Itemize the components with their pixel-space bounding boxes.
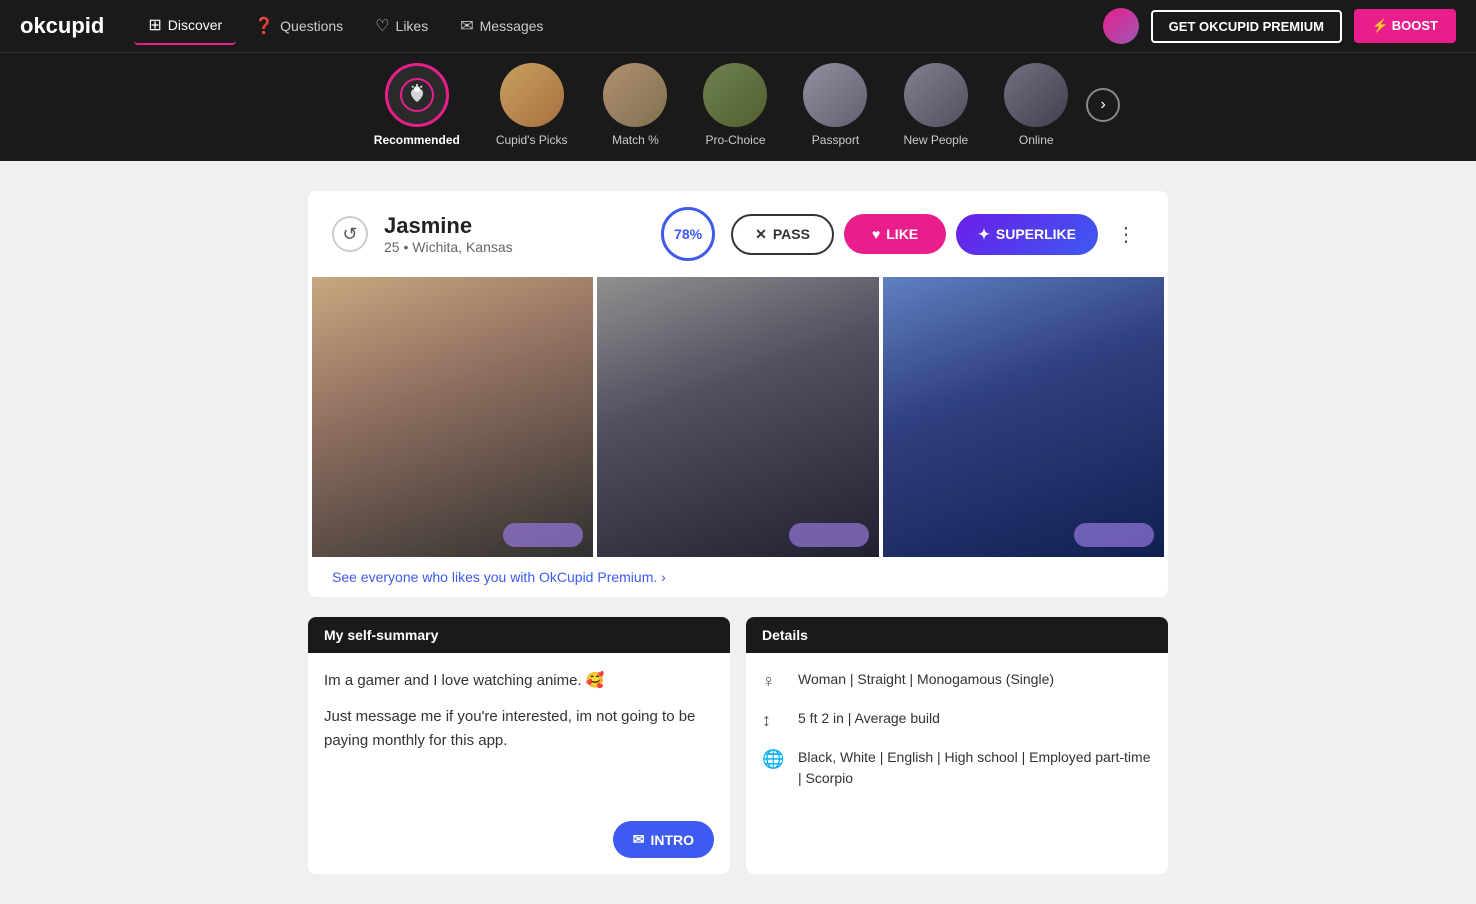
category-passport[interactable]: Passport: [785, 63, 885, 161]
photo-3-blur-overlay: [1074, 523, 1154, 547]
undo-button[interactable]: ↺: [332, 216, 368, 252]
profile-header: ↺ Jasmine 25 • Wichita, Kansas 78% ✕ PAS…: [308, 191, 1168, 277]
category-pro-choice-img: [703, 63, 767, 127]
nav-likes[interactable]: ♡ Likes: [361, 8, 442, 44]
intro-btn-row: ✉ INTRO: [308, 813, 730, 874]
pass-button[interactable]: ✕ PASS: [731, 214, 834, 255]
intro-message-icon: ✉: [633, 831, 645, 848]
logo[interactable]: okcupid: [20, 13, 104, 39]
details-header: Details: [746, 617, 1168, 653]
category-match[interactable]: Match %: [585, 63, 685, 161]
category-passport-img: [803, 63, 867, 127]
self-summary-card: My self-summary Im a gamer and I love wa…: [308, 617, 730, 874]
details-list: ♀ Woman | Straight | Monogamous (Single)…: [746, 653, 1168, 821]
details-card: Details ♀ Woman | Straight | Monogamous …: [746, 617, 1168, 874]
nav-discover-label: Discover: [168, 17, 222, 33]
photo-2[interactable]: [597, 277, 878, 557]
category-passport-label: Passport: [812, 133, 859, 147]
nav-messages-label: Messages: [480, 18, 544, 34]
superlike-button[interactable]: ✦ SUPERLIKE: [956, 214, 1098, 255]
category-new-people[interactable]: New People: [885, 63, 986, 161]
category-online-label: Online: [1019, 133, 1054, 147]
main-content: ↺ Jasmine 25 • Wichita, Kansas 78% ✕ PAS…: [288, 191, 1188, 874]
category-cupids-picks-label: Cupid's Picks: [496, 133, 568, 147]
category-recommended[interactable]: Recommended: [356, 63, 478, 161]
header: okcupid ⊞ Discover ❓ Questions ♡ Likes ✉…: [0, 0, 1476, 52]
likes-icon: ♡: [375, 16, 389, 36]
category-recommended-label: Recommended: [374, 133, 460, 147]
category-online-img: [1004, 63, 1068, 127]
avatar[interactable]: [1103, 8, 1139, 44]
detail-text-1: 5 ft 2 in | Average build: [798, 708, 940, 729]
profile-card: ↺ Jasmine 25 • Wichita, Kansas 78% ✕ PAS…: [308, 191, 1168, 597]
intro-button[interactable]: ✉ INTRO: [613, 821, 714, 858]
category-online[interactable]: Online: [986, 63, 1086, 161]
nav-questions[interactable]: ❓ Questions: [240, 8, 357, 44]
category-pro-choice-label: Pro-Choice: [705, 133, 765, 147]
nav-likes-label: Likes: [396, 18, 429, 34]
nav-messages[interactable]: ✉ Messages: [446, 8, 557, 44]
self-summary-header: My self-summary: [308, 617, 730, 653]
photo-grid: [308, 277, 1168, 557]
nav-questions-label: Questions: [280, 18, 343, 34]
photo-1-blur-overlay: [503, 523, 583, 547]
photo-2-blur-overlay: [789, 523, 869, 547]
category-recommended-img: [385, 63, 449, 127]
profile-name: Jasmine: [384, 213, 645, 239]
category-cupids-picks[interactable]: Cupid's Picks: [478, 63, 586, 161]
pass-x-icon: ✕: [755, 226, 767, 243]
more-options-button[interactable]: ⋮: [1108, 218, 1144, 251]
category-new-people-label: New People: [903, 133, 968, 147]
premium-link[interactable]: See everyone who likes you with OkCupid …: [308, 557, 1168, 597]
categories-next-button[interactable]: ›: [1086, 88, 1120, 122]
profile-name-section: Jasmine 25 • Wichita, Kansas: [384, 213, 645, 255]
main-nav: ⊞ Discover ❓ Questions ♡ Likes ✉ Message…: [134, 7, 1082, 45]
boost-button[interactable]: ⚡ BOOST: [1354, 9, 1456, 43]
questions-icon: ❓: [254, 16, 274, 36]
bio-row: My self-summary Im a gamer and I love wa…: [308, 617, 1168, 874]
category-cupids-picks-img: [500, 63, 564, 127]
category-pro-choice[interactable]: Pro-Choice: [685, 63, 785, 161]
self-summary-body: Im a gamer and I love watching anime. 🥰 …: [308, 653, 730, 813]
category-new-people-img: [904, 63, 968, 127]
category-match-label: Match %: [612, 133, 659, 147]
detail-text-2: Black, White | English | High school | E…: [798, 747, 1152, 789]
gender-icon: ♀: [762, 671, 786, 692]
superlike-icon: ✦: [978, 226, 990, 243]
header-right: GET OKCUPID PREMIUM ⚡ BOOST: [1103, 8, 1456, 44]
discover-icon: ⊞: [148, 15, 161, 35]
categories-bar: Recommended Cupid's Picks Match % Pro-Ch…: [0, 52, 1476, 161]
match-percentage: 78%: [661, 207, 715, 261]
detail-row-1: ↕ 5 ft 2 in | Average build: [762, 708, 1152, 731]
profile-age-location: 25 • Wichita, Kansas: [384, 239, 645, 255]
detail-text-0: Woman | Straight | Monogamous (Single): [798, 669, 1054, 690]
height-icon: ↕: [762, 710, 786, 731]
detail-row-2: 🌐 Black, White | English | High school |…: [762, 747, 1152, 789]
like-heart-icon: ♥: [872, 226, 880, 242]
photo-3[interactable]: [883, 277, 1164, 557]
category-match-img: [603, 63, 667, 127]
like-button[interactable]: ♥ LIKE: [844, 214, 946, 254]
messages-icon: ✉: [460, 16, 473, 36]
premium-button[interactable]: GET OKCUPID PREMIUM: [1151, 10, 1342, 43]
self-summary-p2: Just message me if you're interested, im…: [324, 705, 714, 753]
detail-row-0: ♀ Woman | Straight | Monogamous (Single): [762, 669, 1152, 692]
nav-discover[interactable]: ⊞ Discover: [134, 7, 236, 45]
action-buttons: ✕ PASS ♥ LIKE ✦ SUPERLIKE ⋮: [731, 214, 1144, 255]
photo-1[interactable]: [312, 277, 593, 557]
self-summary-p1: Im a gamer and I love watching anime. 🥰: [324, 669, 714, 693]
globe-icon: 🌐: [762, 749, 786, 770]
